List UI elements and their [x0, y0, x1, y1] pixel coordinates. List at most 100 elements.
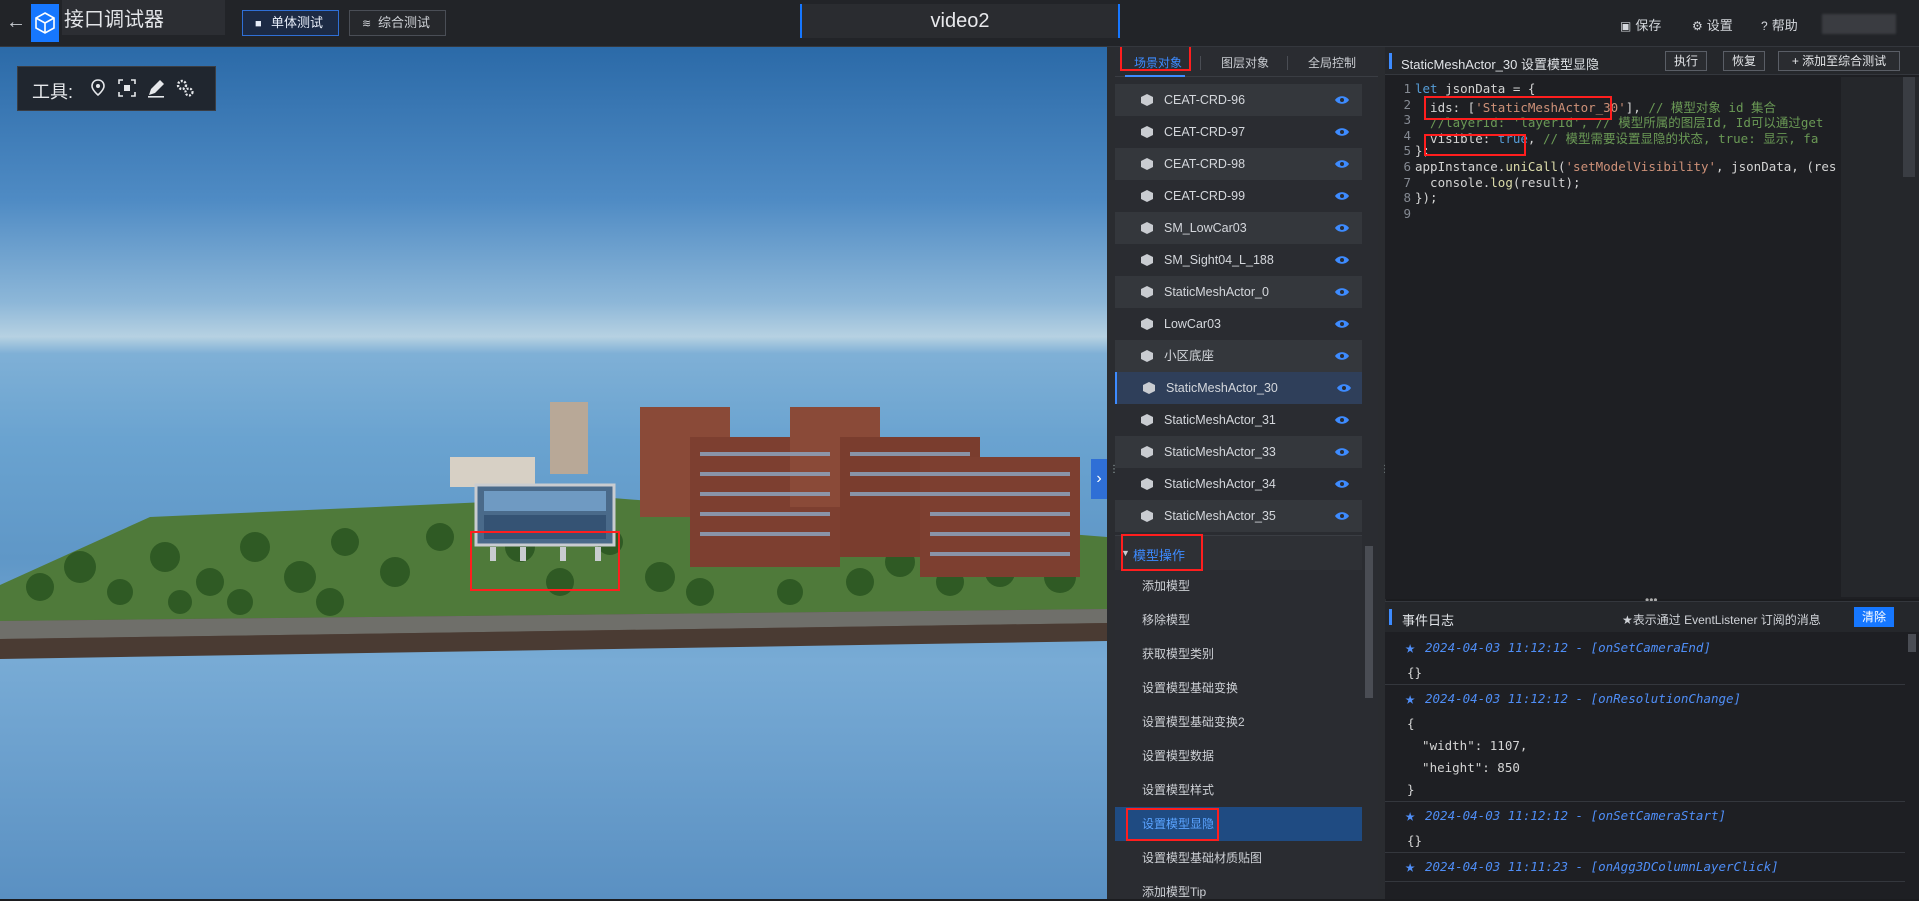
minimap-slider[interactable] [1903, 77, 1915, 177]
collapse-panel-button[interactable]: › [1091, 459, 1107, 499]
tab-global-control[interactable]: 全局控制 [1308, 54, 1356, 71]
log-entry-title: 2024-04-03 11:12:12 - [onSetCameraStart] [1425, 808, 1727, 823]
help-button[interactable]: ? 帮助 [1761, 15, 1798, 34]
operation-item[interactable]: 设置模型基础材质贴图 [1115, 841, 1362, 875]
log-entry: ★ 2024-04-03 11:12:12 - [onResolutionChan… [1385, 685, 1905, 802]
list-item-label: StaticMeshActor_35 [1164, 509, 1276, 523]
operation-item[interactable]: 设置模型数据 [1115, 739, 1362, 773]
cube-icon [1141, 222, 1153, 234]
list-item[interactable]: StaticMeshActor_33 [1115, 436, 1362, 468]
list-item-label: 小区底座 [1164, 349, 1215, 363]
log-entry: ★ 2024-04-03 11:12:12 - [onSetCameraStart… [1385, 802, 1905, 853]
code-token: 'setModelVisibility' [1565, 159, 1717, 174]
eye-icon[interactable] [1335, 447, 1349, 457]
eye-icon[interactable] [1335, 127, 1349, 137]
code-token: // 模型需要设置显隐的状态, true: 显示, fa [1542, 130, 1819, 146]
list-item[interactable]: StaticMeshActor_35 [1115, 500, 1362, 532]
eye-icon[interactable] [1335, 351, 1349, 361]
log-entry: ★ 2024-04-03 11:12:12 - [onSetCameraEnd]{… [1385, 634, 1905, 685]
video-title: video2 [800, 4, 1120, 38]
tab-divider [1287, 56, 1288, 70]
operation-item[interactable]: 设置模型样式 [1115, 773, 1362, 807]
list-item[interactable]: 小区底座 [1115, 340, 1362, 372]
line-number: 9 [1403, 205, 1411, 221]
restore-button[interactable]: 恢复 [1723, 51, 1765, 71]
eye-icon[interactable] [1335, 415, 1349, 425]
active-tab-underline [1125, 75, 1185, 77]
eye-icon[interactable] [1335, 511, 1349, 521]
event-log-list: ★ 2024-04-03 11:12:12 - [onSetCameraEnd]{… [1385, 634, 1905, 900]
list-item[interactable]: StaticMeshActor_31 [1115, 404, 1362, 436]
operation-item[interactable]: 设置模型基础变换 [1115, 671, 1362, 705]
list-item[interactable]: CEAT-CRD-97 [1115, 116, 1362, 148]
log-entry-line: "width": 1107, [1407, 738, 1528, 753]
code-line: let jsonData = { [1415, 81, 1535, 96]
code-token: , jsonData, (res [1716, 159, 1837, 174]
log-scrollbar[interactable] [1905, 634, 1919, 900]
code-token: uniCall [1505, 159, 1558, 174]
eye-icon[interactable] [1335, 255, 1349, 265]
list-item-label: SM_Sight04_L_188 [1164, 253, 1274, 267]
ids-highlight [1424, 96, 1612, 120]
eye-icon[interactable] [1335, 319, 1349, 329]
settings-gears-icon[interactable] [174, 77, 196, 99]
editor-title: StaticMeshActor_30 设置模型显隐 [1401, 57, 1599, 72]
tab-single-test[interactable]: ■ 单体测试 [242, 10, 339, 36]
eye-icon[interactable] [1335, 223, 1349, 233]
list-item-label: StaticMeshActor_30 [1166, 381, 1278, 395]
back-arrow-icon[interactable]: ← [6, 12, 26, 32]
billboard-highlight [470, 531, 620, 591]
operation-item[interactable]: 移除模型 [1115, 603, 1362, 637]
log-entry-line: "height": 850 [1407, 760, 1520, 775]
event-listener-note: ★表示通过 EventListener 订阅的消息 [1622, 613, 1821, 627]
operation-item[interactable]: 添加模型Tip [1115, 875, 1362, 899]
list-item[interactable]: SM_Sight04_L_188 [1115, 244, 1362, 276]
eye-icon[interactable] [1335, 479, 1349, 489]
scrollbar-thumb[interactable] [1908, 634, 1916, 652]
list-item-selected[interactable]: StaticMeshActor_30 [1115, 372, 1362, 404]
cube-icon [1141, 318, 1153, 330]
log-entry-header: ★ 2024-04-03 11:12:12 - [onSetCameraStart… [1385, 802, 1905, 830]
operation-item[interactable]: 添加模型 [1115, 569, 1362, 603]
list-item[interactable]: CEAT-CRD-96 [1115, 84, 1362, 116]
cube-icon [1141, 350, 1153, 362]
location-pick-icon[interactable] [87, 77, 109, 99]
code-minimap[interactable] [1841, 77, 1919, 597]
list-item[interactable]: StaticMeshActor_34 [1115, 468, 1362, 500]
clear-button[interactable]: 清除 [1854, 607, 1894, 627]
cube-icon [1141, 446, 1153, 458]
tab-layer-objects[interactable]: 图层对象 [1221, 54, 1269, 71]
list-item[interactable]: SM_LowCar03 [1115, 212, 1362, 244]
add-to-combined-label: 添加至综合测试 [1802, 54, 1887, 68]
operation-item[interactable]: 获取模型类别 [1115, 637, 1362, 671]
frame-select-icon[interactable] [116, 77, 138, 99]
settings-button[interactable]: ⚙ 设置 [1692, 15, 1733, 34]
operation-item[interactable]: 设置模型基础变换2 [1115, 705, 1362, 739]
eye-icon[interactable] [1337, 383, 1351, 393]
eye-icon[interactable] [1335, 95, 1349, 105]
cube-icon [1141, 126, 1153, 138]
eye-icon[interactable] [1335, 191, 1349, 201]
list-item[interactable]: LowCar03 [1115, 308, 1362, 340]
splitter-left[interactable]: ⋮ [1107, 47, 1119, 899]
add-to-combined-button[interactable]: + 添加至综合测试 [1778, 51, 1900, 71]
pen-icon[interactable] [145, 77, 167, 99]
line-number: 4 [1403, 127, 1411, 143]
log-entry-line: {} [1407, 665, 1423, 680]
list-item[interactable]: CEAT-CRD-98 [1115, 148, 1362, 180]
run-button[interactable]: 执行 [1665, 51, 1707, 71]
eye-icon[interactable] [1335, 287, 1349, 297]
cube-icon: ■ [255, 18, 262, 30]
save-button[interactable]: ▣ 保存 [1620, 15, 1661, 34]
list-item[interactable]: StaticMeshActor_0 [1115, 276, 1362, 308]
list-item-label: CEAT-CRD-98 [1164, 157, 1246, 171]
star-icon: ★ [1405, 638, 1416, 658]
scrollbar-thumb[interactable] [1365, 546, 1373, 698]
scene-viewport[interactable]: 工具: › [0, 47, 1107, 899]
group-highlight [1121, 534, 1203, 571]
list-item[interactable]: CEAT-CRD-99 [1115, 180, 1362, 212]
eye-icon[interactable] [1335, 159, 1349, 169]
tab-combined-test[interactable]: ≋ 综合测试 [349, 10, 446, 36]
list-scrollbar[interactable] [1362, 84, 1376, 899]
user-avatar[interactable] [1822, 14, 1896, 34]
